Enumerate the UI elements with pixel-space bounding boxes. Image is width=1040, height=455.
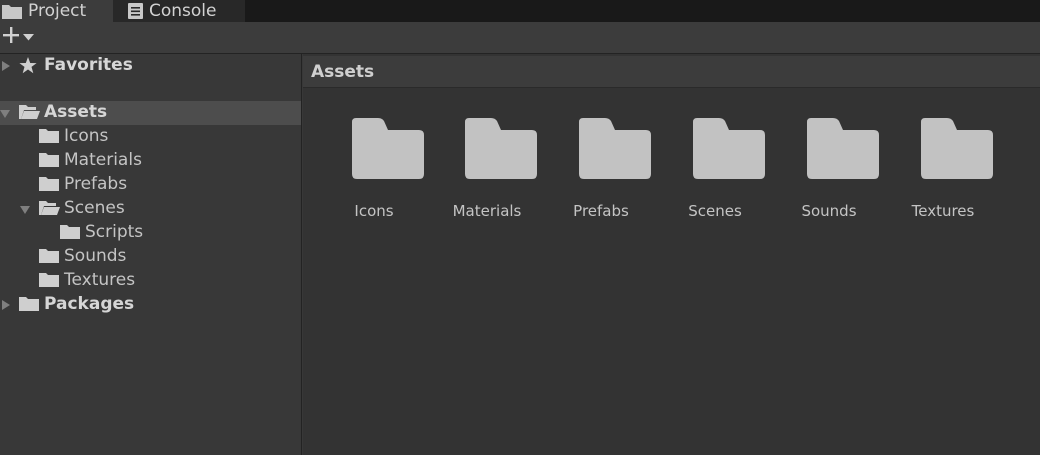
tree-item-label: Scripts — [85, 222, 144, 242]
breadcrumb-bar: Assets — [303, 56, 1040, 88]
folder-icon — [465, 118, 537, 183]
folder-icon — [60, 224, 80, 239]
asset-folder-materials[interactable]: Materials — [430, 118, 544, 228]
asset-label: Prefabs — [573, 202, 629, 220]
console-icon — [128, 3, 143, 19]
asset-folder-prefabs[interactable]: Prefabs — [544, 118, 658, 228]
asset-label: Icons — [354, 202, 394, 220]
collapse-arrow-icon[interactable] — [0, 110, 10, 118]
star-icon — [19, 57, 37, 74]
folder-icon — [921, 118, 993, 183]
asset-browser: Assets Icons Materials Prefabs Scenes So… — [303, 54, 1040, 455]
tree-item-label: Sounds — [64, 246, 127, 266]
plus-icon — [2, 26, 20, 48]
expand-arrow-icon[interactable] — [2, 300, 10, 310]
asset-label: Materials — [452, 202, 522, 220]
project-tree: Favorites Assets Icons Materials Prefabs… — [0, 54, 302, 455]
asset-folder-icons[interactable]: Icons — [317, 118, 431, 228]
tree-item-prefabs[interactable]: Prefabs — [0, 173, 301, 197]
asset-label: Textures — [911, 202, 975, 220]
folder-open-icon — [39, 200, 60, 216]
tree-item-label: Assets — [44, 102, 108, 122]
create-menu-button[interactable] — [2, 26, 40, 48]
folder-icon — [352, 118, 424, 183]
tree-item-label: Prefabs — [64, 174, 128, 194]
tab-console-label: Console — [149, 1, 217, 21]
tree-item-label: Textures — [64, 270, 136, 290]
folder-icon — [693, 118, 765, 183]
folder-icon — [39, 128, 59, 143]
expand-arrow-icon[interactable] — [2, 61, 10, 71]
collapse-arrow-icon[interactable] — [20, 206, 30, 214]
tree-item-textures[interactable]: Textures — [0, 269, 301, 293]
asset-label: Sounds — [801, 202, 857, 220]
tab-project-label: Project — [28, 1, 87, 21]
tree-item-icons[interactable]: Icons — [0, 125, 301, 149]
asset-folder-sounds[interactable]: Sounds — [772, 118, 886, 228]
tree-item-materials[interactable]: Materials — [0, 149, 301, 173]
tree-item-scenes[interactable]: Scenes — [0, 197, 301, 221]
tree-item-label: Materials — [64, 150, 142, 170]
dropdown-arrow-icon — [23, 33, 34, 41]
breadcrumb-assets[interactable]: Assets — [311, 62, 374, 82]
folder-open-icon — [19, 104, 40, 120]
tree-item-assets[interactable]: Assets — [0, 101, 301, 125]
tree-item-label: Icons — [64, 126, 109, 146]
asset-label: Scenes — [688, 202, 742, 220]
project-toolbar — [0, 22, 1040, 54]
tree-item-label: Scenes — [64, 198, 125, 218]
tab-console[interactable]: Console — [113, 0, 245, 22]
tree-item-favorites[interactable]: Favorites — [0, 54, 301, 78]
asset-folder-textures[interactable]: Textures — [886, 118, 1000, 228]
folder-icon — [39, 152, 59, 167]
folder-icon — [39, 176, 59, 191]
tab-project[interactable]: Project — [0, 0, 113, 22]
folder-icon — [807, 118, 879, 183]
tree-item-label: Favorites — [44, 55, 133, 75]
tab-bar: Project Console — [0, 0, 1040, 22]
folder-icon — [579, 118, 651, 183]
folder-icon — [39, 272, 59, 287]
tree-item-sounds[interactable]: Sounds — [0, 245, 301, 269]
unity-project-window: Project Console Favorites Assets Icons M… — [0, 0, 1040, 455]
tree-item-label: Packages — [44, 294, 135, 314]
asset-folder-scenes[interactable]: Scenes — [658, 118, 772, 228]
folder-icon — [19, 296, 39, 311]
tree-item-packages[interactable]: Packages — [0, 293, 301, 317]
tree-item-scripts[interactable]: Scripts — [0, 221, 301, 245]
folder-icon — [2, 4, 22, 19]
folder-icon — [39, 248, 59, 263]
